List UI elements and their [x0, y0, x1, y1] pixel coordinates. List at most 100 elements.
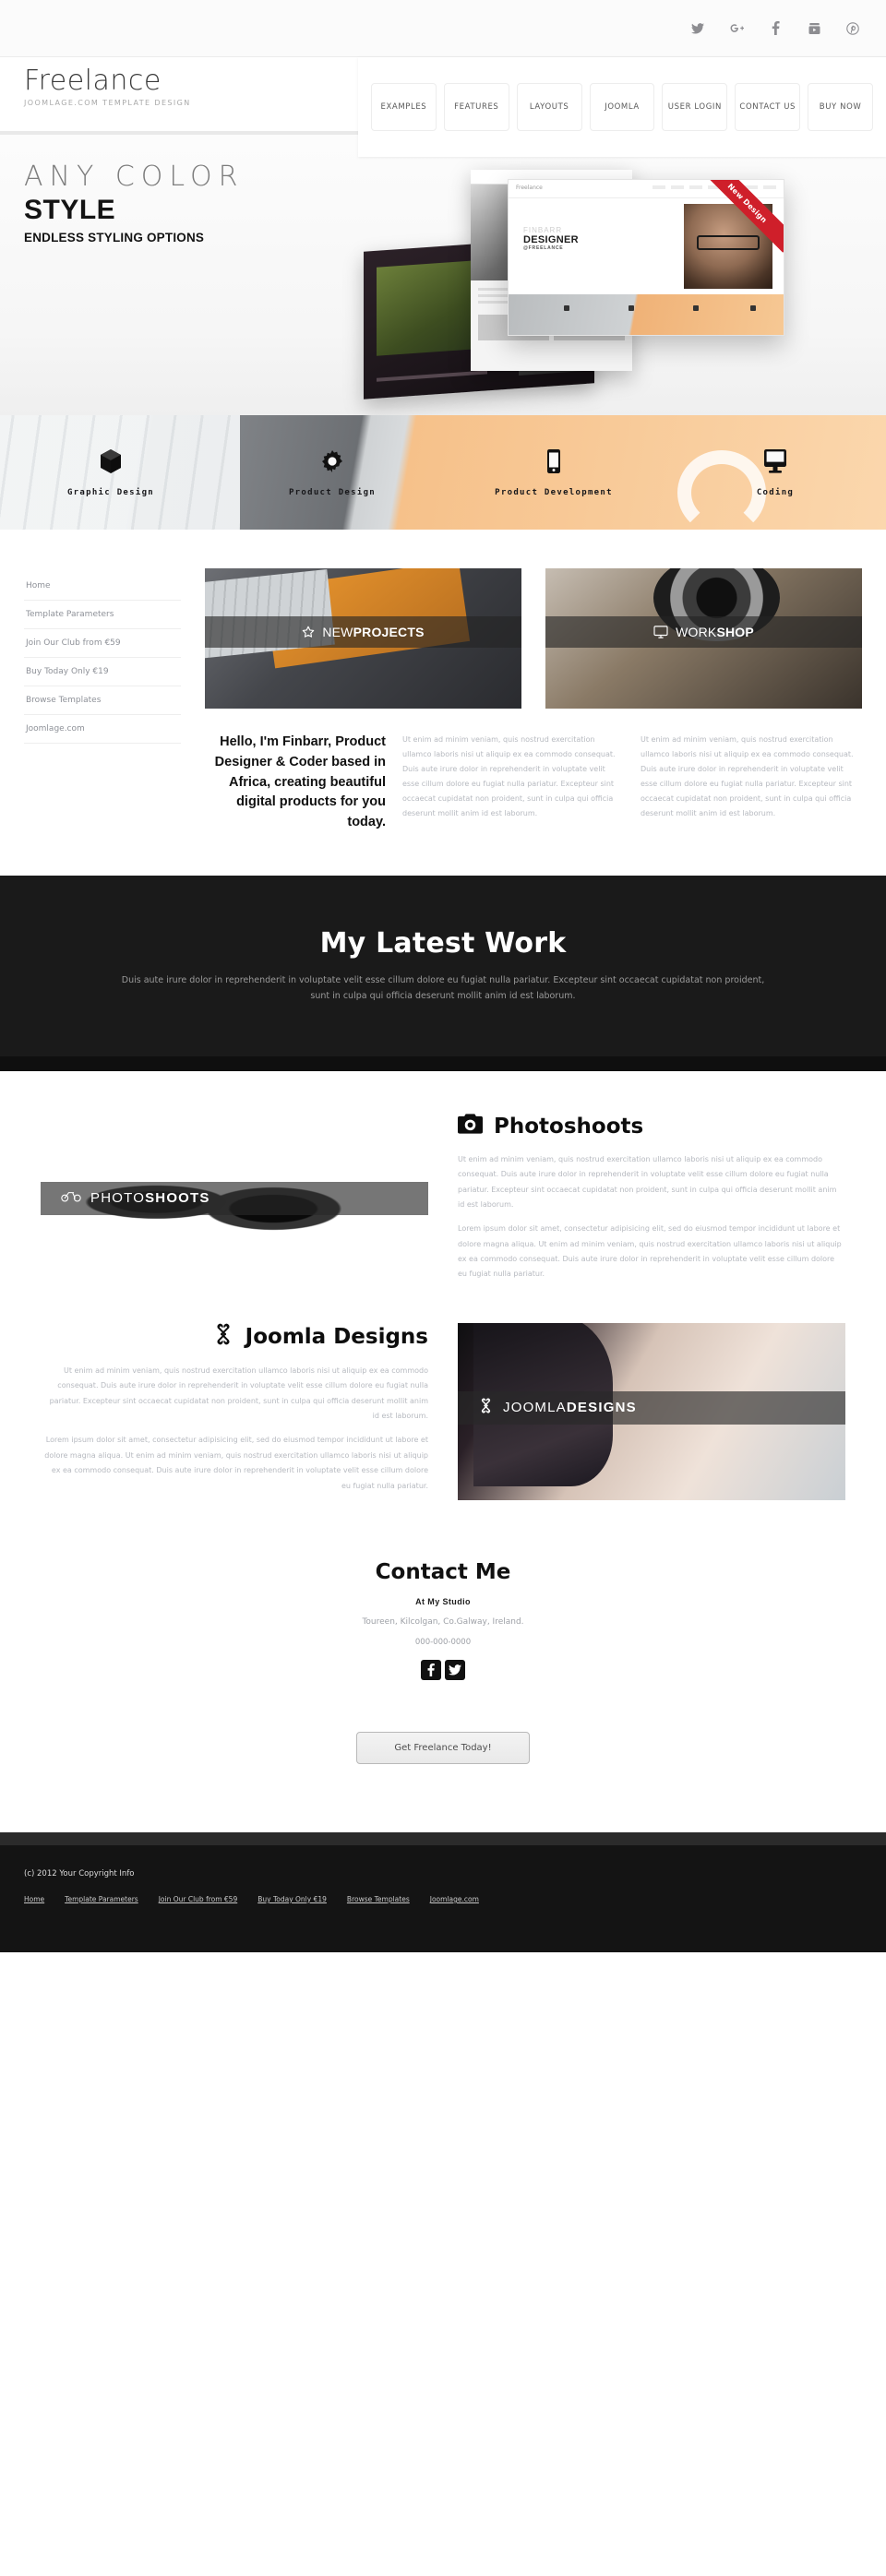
brand-logo[interactable]: Freelance JOOMLAGE.COM TEMPLATE DESIGN: [24, 66, 191, 107]
nav-item-buy-now[interactable]: BUY NOW: [808, 83, 874, 131]
hero-line-1: ANY COLOR: [24, 161, 245, 193]
preview-tagline: @FREELANCE: [523, 245, 564, 251]
sidebar-item-joomlage[interactable]: Joomlage.com: [24, 715, 181, 744]
google-plus-icon[interactable]: [729, 21, 744, 36]
monitor-icon: [653, 626, 668, 638]
photoshoots-paragraph-1: Ut enim ad minim veniam, quis nostrud ex…: [458, 1154, 837, 1209]
nav-item-features[interactable]: FEATURES: [443, 83, 509, 131]
contact-studio: At My Studio: [415, 1597, 471, 1606]
photoshoots-caption-text: PHOTOSHOOTS: [90, 1190, 210, 1207]
intro-lead-text: Hello, I'm Finbarr, Product Designer & C…: [214, 734, 386, 829]
joomla-caption: JOOMLADESIGNS: [458, 1390, 845, 1425]
nav-item-contact-us[interactable]: CONTACT US: [735, 83, 801, 131]
social-links: [690, 21, 860, 36]
facebook-icon[interactable]: [421, 1660, 441, 1680]
hero-preview-main[interactable]: New Design Freelance FINBARR DESIGNER @F…: [508, 179, 784, 336]
site-header: Freelance JOOMLAGE.COM TEMPLATE DESIGN E…: [0, 57, 886, 157]
feature-workshop[interactable]: WORKSHOP: [545, 568, 862, 709]
footer-link-browse[interactable]: Browse Templates: [347, 1895, 410, 1903]
preview-icon-2: [629, 305, 634, 311]
feature-new-projects[interactable]: NEWPROJECTS: [205, 568, 521, 709]
service-product-development[interactable]: Product Development: [443, 447, 664, 497]
joomla-title-text: Joomla Designs: [245, 1324, 428, 1349]
sidebar-item-browse[interactable]: Browse Templates: [24, 686, 181, 715]
footer-link-home[interactable]: Home: [24, 1895, 44, 1903]
intro-section: Hello, I'm Finbarr, Product Designer & C…: [205, 733, 862, 833]
footer-link-joomlage[interactable]: Joomlage.com: [430, 1895, 479, 1903]
joomla-icon: [212, 1323, 234, 1351]
star-icon: [302, 626, 315, 638]
sidebar-item-join-club[interactable]: Join Our Club from €59: [24, 629, 181, 658]
services-strip: Graphic Design Product Design Product De…: [0, 415, 886, 530]
brand-subtitle: JOOMLAGE.COM TEMPLATE DESIGN: [24, 98, 191, 107]
camera-icon: [458, 1114, 483, 1139]
footer-link-params[interactable]: Template Parameters: [65, 1895, 138, 1903]
joomla-caption-text: JOOMLADESIGNS: [503, 1400, 637, 1416]
photoshoots-text: Photoshoots Ut enim ad minim veniam, qui…: [458, 1114, 845, 1292]
preview-role: DESIGNER: [523, 234, 579, 245]
top-social-bar: [0, 0, 886, 57]
sidebar-item-home[interactable]: Home: [24, 572, 181, 601]
brand-title: Freelance: [24, 65, 162, 97]
main-navigation: EXAMPLES FEATURES LAYOUTS JOOMLA USER LO…: [358, 57, 886, 157]
preview-icon-1: [564, 305, 569, 311]
joomla-text: Joomla Designs Ut enim ad minim veniam, …: [41, 1323, 428, 1503]
nav-item-joomla[interactable]: JOOMLA: [589, 83, 655, 131]
service-graphic-design[interactable]: Graphic Design: [0, 447, 222, 497]
hero-copy: ANY COLOR STYLE ENDLESS STYLING OPTIONS: [24, 161, 245, 244]
portfolio-row-joomla: Joomla Designs Ut enim ad minim veniam, …: [41, 1322, 845, 1503]
photoshoots-image[interactable]: PHOTOSHOOTS: [41, 1114, 428, 1291]
feature-caption-text: WORKSHOP: [676, 625, 754, 639]
contact-social-links: [0, 1660, 886, 1680]
portfolio-section: PHOTOSHOOTS Photoshoots Ut enim ad minim…: [0, 1070, 886, 1503]
nav-item-layouts[interactable]: LAYOUTS: [516, 83, 582, 131]
nav-item-examples[interactable]: EXAMPLES: [371, 83, 437, 131]
contact-phone: 000-000-0000: [414, 1638, 472, 1647]
preview-headline: FINBARR DESIGNER @FREELANCE: [523, 226, 579, 251]
contact-section: Contact Me At My Studio Toureen, Kilcolg…: [0, 1534, 886, 1680]
joomla-image[interactable]: JOOMLADESIGNS: [458, 1322, 845, 1500]
photoshoots-title: Photoshoots: [458, 1114, 845, 1139]
cube-icon: [0, 447, 222, 475]
preview-icon-3: [693, 305, 699, 311]
photoshoots-title-text: Photoshoots: [494, 1114, 644, 1139]
photoshoots-caption: PHOTOSHOOTS: [41, 1181, 428, 1215]
footer-navigation: Home Template Parameters Join Our Club f…: [24, 1895, 862, 1903]
twitter-icon[interactable]: [690, 21, 705, 36]
nav-item-user-login[interactable]: USER LOGIN: [662, 83, 728, 131]
mobile-icon: [443, 447, 664, 475]
preview-bar: [377, 370, 487, 382]
cta-section: Get Freelance Today!: [0, 1680, 886, 1832]
footer-link-join-club[interactable]: Join Our Club from €59: [159, 1895, 238, 1903]
facebook-icon[interactable]: [768, 21, 783, 36]
pinterest-icon[interactable]: [845, 21, 860, 36]
photoshoots-paragraph-2: Lorem ipsum dolor sit amet, consectetur …: [458, 1224, 842, 1279]
preview-name: FINBARR: [523, 226, 563, 234]
service-label: Product Design: [288, 488, 377, 497]
latest-work-band: My Latest Work Duis aute irure dolor in …: [0, 875, 886, 1071]
feature-boxes: NEWPROJECTS WORKSHOP: [205, 568, 862, 709]
gear-icon: [222, 447, 443, 475]
service-product-design[interactable]: Product Design: [222, 447, 443, 497]
hero-line-2: STYLE: [24, 195, 116, 225]
hero-section: ANY COLOR STYLE ENDLESS STYLING OPTIONS …: [0, 135, 886, 415]
intro-column-1: Ut enim ad minim veniam, quis nostrud ex…: [402, 735, 616, 817]
youtube-icon[interactable]: [807, 21, 821, 36]
sidebar-item-params[interactable]: Template Parameters: [24, 601, 181, 629]
hero-line-3: ENDLESS STYLING OPTIONS: [24, 231, 205, 244]
footer-link-buy-today[interactable]: Buy Today Only €19: [257, 1895, 327, 1903]
service-coding[interactable]: Coding: [664, 447, 886, 497]
joomla-icon: [478, 1398, 494, 1418]
joomla-paragraph-2: Lorem ipsum dolor sit amet, consectetur …: [44, 1436, 428, 1490]
portfolio-row-photoshoots: PHOTOSHOOTS Photoshoots Ut enim ad minim…: [41, 1114, 845, 1292]
hero-screenshots: New Design Freelance FINBARR DESIGNER @F…: [332, 142, 886, 415]
get-freelance-button[interactable]: Get Freelance Today!: [356, 1732, 530, 1764]
intro-column-2: Ut enim ad minim veniam, quis nostrud ex…: [641, 735, 854, 817]
contact-title: Contact Me: [375, 1560, 511, 1584]
service-label: Graphic Design: [66, 488, 155, 497]
twitter-icon[interactable]: [445, 1660, 465, 1680]
content-column: NEWPROJECTS WORKSHOP Hello, I'm Finbarr,…: [205, 568, 862, 833]
footer-copyright: (c) 2012 Your Copyright Info: [24, 1869, 135, 1878]
site-footer: (c) 2012 Your Copyright Info Home Templa…: [0, 1832, 886, 1952]
sidebar-item-buy-today[interactable]: Buy Today Only €19: [24, 658, 181, 686]
